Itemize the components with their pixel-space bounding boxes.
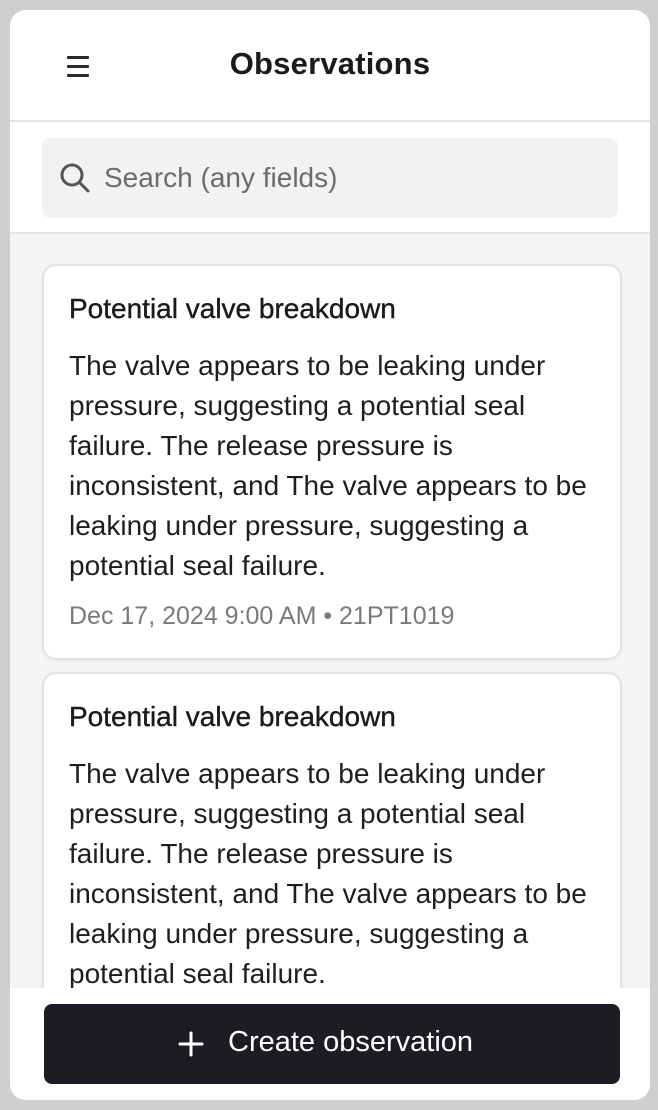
observation-description: The valve appears to be leaking under pr… [69,758,587,988]
observation-list: Potential valve breakdown The valve appe… [10,234,650,988]
observation-card[interactable]: Potential valve breakdown The valve appe… [42,264,622,660]
bottom-action-bar: Create observation [10,988,650,1100]
observation-title: Potential valve breakdown [69,701,396,732]
page-title: Observations [229,46,431,81]
search-area [10,122,650,234]
app-frame: Observations Potential valve breakdown T… [10,10,650,1100]
top-bar: Observations [10,10,650,122]
search-input[interactable] [104,154,594,202]
observation-title: Potential valve breakdown [69,293,396,324]
create-observation-button[interactable]: Create observation [44,1004,620,1084]
create-observation-label: Create observation [228,1026,474,1058]
observation-description: The valve appears to be leaking under pr… [69,350,587,581]
observation-card[interactable]: Potential valve breakdown The valve appe… [42,672,622,988]
observation-meta: Dec 17, 2024 9:00 AM • 21PT1019 [69,602,455,630]
plus-icon [178,1031,204,1057]
search-icon [60,163,90,193]
search-box[interactable] [42,138,618,218]
